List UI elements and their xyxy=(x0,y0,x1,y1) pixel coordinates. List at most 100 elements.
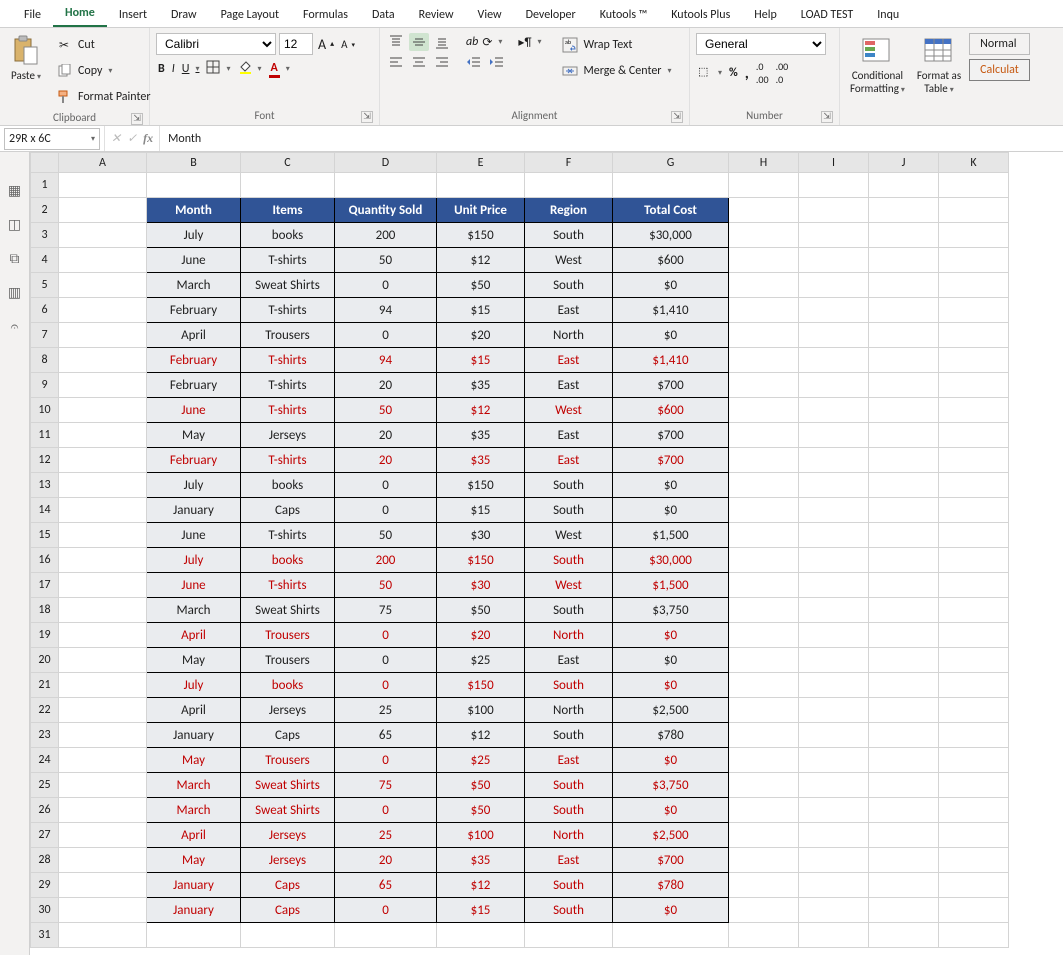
cell[interactable]: Unit Price xyxy=(437,198,525,223)
cell[interactable]: $3,750 xyxy=(613,773,729,798)
cell[interactable]: $30 xyxy=(437,523,525,548)
row-header[interactable]: 2 xyxy=(31,198,59,223)
cell[interactable]: South xyxy=(525,473,613,498)
cell[interactable] xyxy=(59,523,147,548)
cell[interactable] xyxy=(241,173,335,198)
tab-insert[interactable]: Insert xyxy=(107,2,159,27)
cell[interactable]: January xyxy=(147,723,241,748)
cell[interactable] xyxy=(939,923,1009,948)
cell[interactable]: East xyxy=(525,648,613,673)
cell[interactable] xyxy=(799,523,869,548)
tab-file[interactable]: File xyxy=(12,2,53,27)
cell[interactable] xyxy=(939,873,1009,898)
cell[interactable]: $780 xyxy=(613,723,729,748)
cell[interactable] xyxy=(59,873,147,898)
cell[interactable]: Quantity Sold xyxy=(335,198,437,223)
cell[interactable]: $15 xyxy=(437,298,525,323)
cell[interactable]: $20 xyxy=(437,623,525,648)
cell[interactable]: March xyxy=(147,598,241,623)
cell[interactable] xyxy=(869,173,939,198)
row-header[interactable]: 4 xyxy=(31,248,59,273)
cell[interactable]: Trousers xyxy=(241,623,335,648)
paste-button[interactable]: Paste▾ xyxy=(6,33,46,84)
cell[interactable]: T-shirts xyxy=(241,248,335,273)
cell[interactable] xyxy=(869,498,939,523)
cell[interactable]: Region xyxy=(525,198,613,223)
cell[interactable]: $150 xyxy=(437,223,525,248)
cell[interactable] xyxy=(869,198,939,223)
cell[interactable] xyxy=(59,773,147,798)
cell[interactable]: South xyxy=(525,598,613,623)
cell[interactable]: T-shirts xyxy=(241,298,335,323)
col-header-K[interactable]: K xyxy=(939,153,1009,173)
cell[interactable] xyxy=(799,773,869,798)
cell[interactable]: 75 xyxy=(335,598,437,623)
side-icon[interactable]: ▥ xyxy=(6,284,24,302)
cell[interactable] xyxy=(59,548,147,573)
row-header[interactable]: 10 xyxy=(31,398,59,423)
cell[interactable] xyxy=(59,798,147,823)
cell[interactable] xyxy=(939,473,1009,498)
cell[interactable]: $3,750 xyxy=(613,598,729,623)
cell[interactable] xyxy=(799,673,869,698)
cell[interactable] xyxy=(729,448,799,473)
cell[interactable]: Month xyxy=(147,198,241,223)
row-header[interactable]: 12 xyxy=(31,448,59,473)
cell[interactable]: $700 xyxy=(613,373,729,398)
tab-load-test[interactable]: LOAD TEST xyxy=(789,2,866,27)
row-header[interactable]: 30 xyxy=(31,898,59,923)
cell[interactable]: South xyxy=(525,873,613,898)
cell[interactable]: South xyxy=(525,673,613,698)
align-bottom-button[interactable] xyxy=(432,33,452,51)
cell[interactable]: Jerseys xyxy=(241,423,335,448)
cell[interactable] xyxy=(59,398,147,423)
cell[interactable] xyxy=(799,373,869,398)
row-header[interactable]: 14 xyxy=(31,498,59,523)
cell[interactable]: 50 xyxy=(335,248,437,273)
cell[interactable]: July xyxy=(147,548,241,573)
cell[interactable] xyxy=(59,723,147,748)
cell[interactable] xyxy=(869,648,939,673)
cell[interactable]: 94 xyxy=(335,348,437,373)
cell[interactable] xyxy=(799,623,869,648)
cell[interactable]: $100 xyxy=(437,823,525,848)
cell[interactable]: $700 xyxy=(613,423,729,448)
cell[interactable] xyxy=(729,423,799,448)
cell[interactable]: Caps xyxy=(241,898,335,923)
cell[interactable] xyxy=(869,398,939,423)
cell[interactable]: East xyxy=(525,298,613,323)
cell[interactable]: June xyxy=(147,398,241,423)
cell[interactable] xyxy=(729,273,799,298)
cell[interactable]: East xyxy=(525,448,613,473)
cell[interactable]: $15 xyxy=(437,348,525,373)
cell[interactable] xyxy=(939,548,1009,573)
cell[interactable]: June xyxy=(147,248,241,273)
cell[interactable]: $0 xyxy=(613,898,729,923)
tab-kutools-[interactable]: Kutools ™ xyxy=(588,2,660,27)
row-header[interactable]: 23 xyxy=(31,723,59,748)
cell[interactable] xyxy=(869,598,939,623)
cell[interactable] xyxy=(939,498,1009,523)
tab-review[interactable]: Review xyxy=(407,2,466,27)
cell[interactable]: 25 xyxy=(335,698,437,723)
cell[interactable] xyxy=(939,173,1009,198)
cell[interactable]: February xyxy=(147,348,241,373)
cell[interactable] xyxy=(59,698,147,723)
percent-button[interactable]: % xyxy=(727,65,740,81)
cell[interactable] xyxy=(59,573,147,598)
cell[interactable] xyxy=(939,373,1009,398)
cell[interactable]: South xyxy=(525,773,613,798)
cell[interactable]: West xyxy=(525,248,613,273)
bold-button[interactable]: B xyxy=(156,61,167,77)
cell[interactable]: 20 xyxy=(335,373,437,398)
cell[interactable] xyxy=(939,598,1009,623)
cell[interactable]: South xyxy=(525,223,613,248)
cell[interactable]: books xyxy=(241,673,335,698)
cell[interactable]: January xyxy=(147,898,241,923)
grow-font-button[interactable]: A▴ xyxy=(316,35,336,54)
col-header-J[interactable]: J xyxy=(869,153,939,173)
row-header[interactable]: 21 xyxy=(31,673,59,698)
cell[interactable] xyxy=(869,848,939,873)
align-left-button[interactable] xyxy=(386,53,406,71)
cell[interactable]: 0 xyxy=(335,898,437,923)
